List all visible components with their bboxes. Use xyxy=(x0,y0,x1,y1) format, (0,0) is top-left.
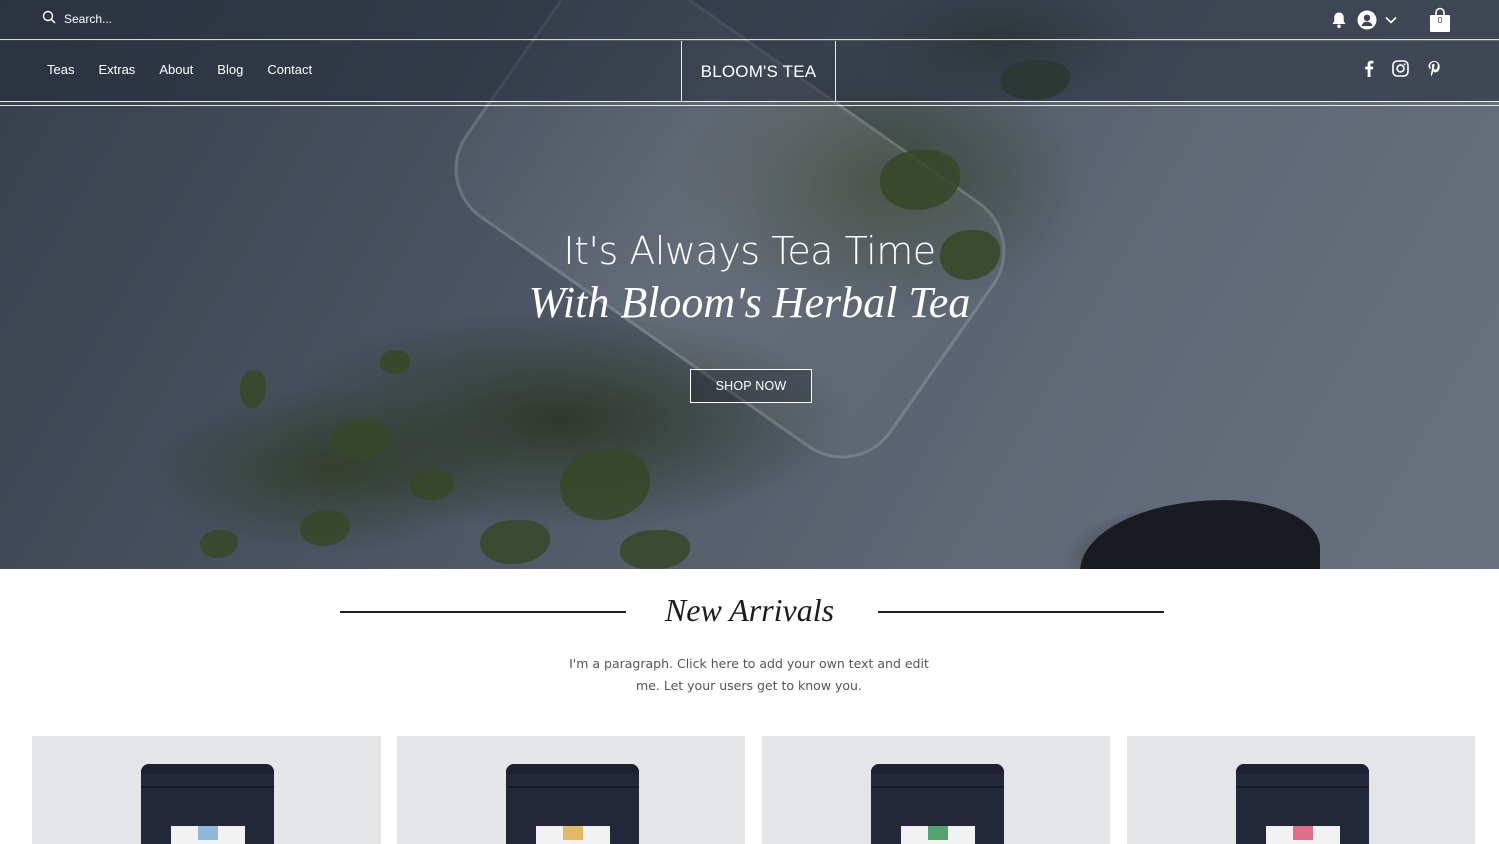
site-search[interactable] xyxy=(42,10,264,27)
account-area: 0 xyxy=(1331,7,1451,33)
search-input[interactable] xyxy=(64,11,264,26)
hero-title-line-1: It's Always Tea Time xyxy=(563,229,936,273)
pinterest-icon[interactable] xyxy=(1427,60,1441,77)
site-logo[interactable]: BLOOM'S TEA xyxy=(681,41,836,102)
bell-icon[interactable] xyxy=(1331,11,1347,29)
new-arrivals-heading: New Arrivals xyxy=(664,592,835,628)
tea-pouch-image xyxy=(506,764,639,844)
product-card[interactable] xyxy=(32,736,381,844)
nav-item-teas[interactable]: Teas xyxy=(47,62,74,77)
nav-item-extras[interactable]: Extras xyxy=(98,62,135,77)
shop-now-button[interactable]: SHOP NOW xyxy=(690,369,812,403)
new-arrivals-paragraph: I'm a paragraph. Click here to add your … xyxy=(569,656,929,693)
cart-button[interactable]: 0 xyxy=(1429,7,1451,33)
product-card[interactable] xyxy=(762,736,1110,844)
chevron-down-icon[interactable] xyxy=(1385,16,1397,24)
main-navigation: Teas Extras About Blog Contact BLOOM'S T… xyxy=(0,41,1499,102)
top-bar: 0 xyxy=(0,0,1499,40)
facebook-icon[interactable] xyxy=(1364,60,1374,77)
nav-menu: Teas Extras About Blog Contact xyxy=(47,62,312,77)
instagram-icon[interactable] xyxy=(1392,60,1409,77)
nav-item-contact[interactable]: Contact xyxy=(267,62,312,77)
tea-pouch-image xyxy=(141,764,274,844)
product-card[interactable] xyxy=(397,736,745,844)
product-label-accent xyxy=(563,826,583,840)
cart-count-badge: 0 xyxy=(1437,16,1443,25)
tea-pouch-image xyxy=(871,764,1004,844)
product-card[interactable] xyxy=(1127,736,1475,844)
product-label-accent xyxy=(198,826,218,840)
nav-divider-line xyxy=(0,105,1499,106)
nav-item-about[interactable]: About xyxy=(159,62,193,77)
nav-item-blog[interactable]: Blog xyxy=(217,62,243,77)
social-links xyxy=(1364,60,1441,77)
user-avatar-icon[interactable] xyxy=(1357,10,1377,30)
hero-title-line-2: With Bloom's Herbal Tea xyxy=(528,278,971,327)
tea-pouch-image xyxy=(1236,764,1369,844)
product-label-accent xyxy=(928,826,948,840)
heading-rule-right xyxy=(878,611,1164,613)
product-label-accent xyxy=(1293,826,1313,840)
search-icon[interactable] xyxy=(42,10,56,27)
